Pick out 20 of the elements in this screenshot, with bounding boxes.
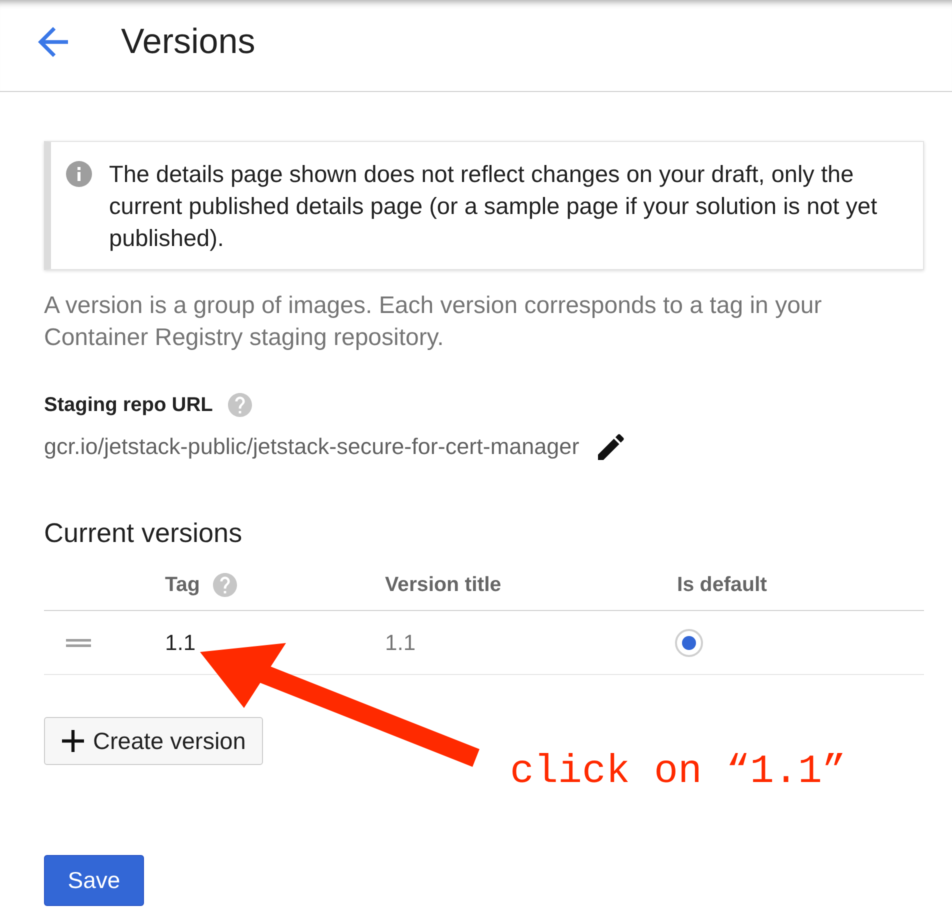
page-title: Versions (121, 21, 256, 63)
table-cell: 1.1 (385, 630, 416, 654)
repo-url-text: gcr.io/jetstack-public/jetstack-secure-for-cert-manager (44, 434, 580, 460)
back-arrow-icon[interactable] (38, 27, 68, 57)
column-header: Version title (385, 573, 502, 597)
plus-icon (62, 730, 84, 752)
column-header: Tag (165, 573, 200, 597)
section-title: Current versions (44, 517, 244, 549)
default-radio[interactable] (675, 628, 703, 656)
tag-cell[interactable]: 1.1 (165, 630, 196, 654)
description-text: A version is a group of images. Each version corresponds to a tag in your Container Registry staging repository. (44, 291, 823, 353)
annotation-text: click on “1.1” (510, 750, 846, 796)
create-version-button[interactable]: Create version (44, 717, 263, 765)
drag-handle-icon[interactable] (66, 638, 91, 646)
notice-text: The details page shown does not reflect changes on your draft, only the current published details page (or a sample page if your solution is not yet published). (109, 160, 878, 253)
info-icon (66, 161, 92, 187)
field-label: Staging repo URL (44, 394, 213, 416)
edit-icon[interactable] (598, 434, 624, 460)
column-header: Is default (677, 573, 767, 597)
save-button[interactable]: Save (44, 855, 144, 906)
